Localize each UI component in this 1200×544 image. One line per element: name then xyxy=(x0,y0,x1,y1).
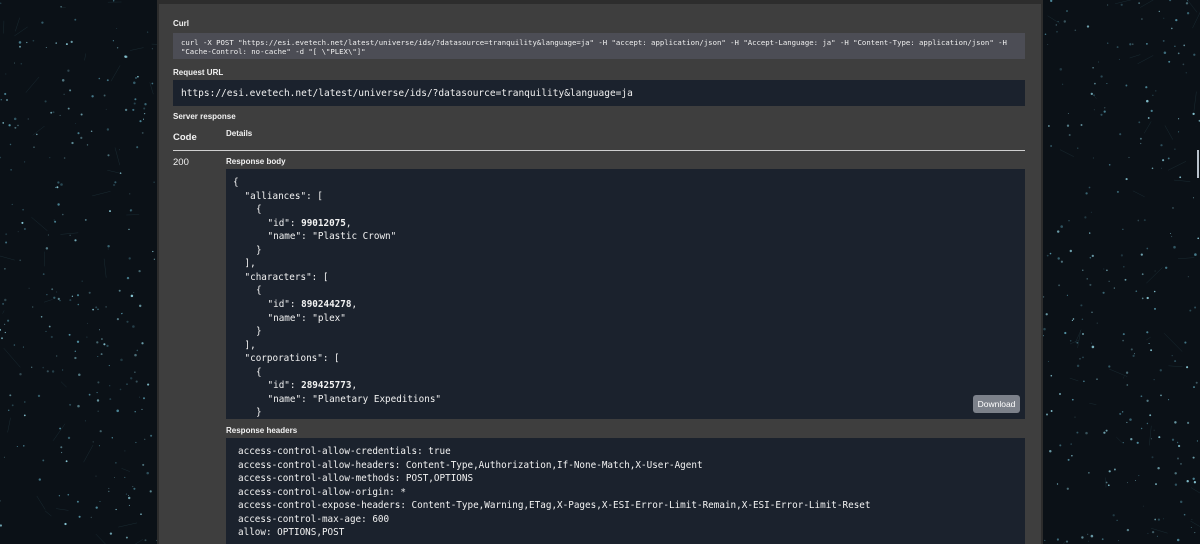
response-header-line: access-control-allow-origin: * xyxy=(238,486,406,498)
curl-label: Curl xyxy=(173,19,189,28)
code-column-header: Code xyxy=(173,132,197,143)
response-body-label: Response body xyxy=(226,157,286,166)
response-header-line: access-control-allow-headers: Content-Ty… xyxy=(238,459,703,471)
response-headers-label: Response headers xyxy=(226,426,298,435)
response-body-line: ], xyxy=(244,339,256,351)
response-body-line: "characters": [ xyxy=(244,271,329,283)
panel-top-bar xyxy=(159,0,1041,4)
response-body-line: } xyxy=(256,407,262,419)
response-body-line: { xyxy=(256,366,262,378)
response-header-line: access-control-allow-credentials: true xyxy=(238,446,451,457)
response-header-line: allow: OPTIONS,POST xyxy=(238,527,345,538)
page-scrollbar[interactable] xyxy=(1197,150,1199,178)
response-body-line: { xyxy=(256,204,262,216)
details-column-header: Details xyxy=(226,129,253,138)
response-header-line: access-control-max-age: 600 xyxy=(238,513,390,525)
response-header-line: access-control-expose-headers: Content-T… xyxy=(238,500,871,511)
curl-command-block[interactable]: curl -X POST "https://esi.evetech.net/la… xyxy=(173,33,1025,59)
download-button[interactable]: Download xyxy=(973,395,1020,413)
response-body-line: "corporations": [ xyxy=(244,353,340,365)
response-body-line: "name": "Planetary Expeditions" xyxy=(267,393,442,405)
response-body-line: } xyxy=(256,244,262,256)
server-response-label: Server response xyxy=(173,112,236,121)
response-body-line: "alliances": [ xyxy=(244,190,323,202)
request-url-block[interactable]: https://esi.evetech.net/latest/universe/… xyxy=(173,80,1025,106)
response-status-code: 200 xyxy=(173,157,189,168)
response-body-line: { xyxy=(256,285,262,297)
response-body-line: } xyxy=(256,326,262,338)
response-body-line: "id": 99012075, xyxy=(267,217,352,229)
response-body-line: "id": 289425773, xyxy=(267,380,358,392)
response-headers-block[interactable]: access-control-allow-credentials: true ac… xyxy=(226,438,1025,544)
response-body-line: "name": "plex" xyxy=(267,312,346,324)
response-body-block[interactable]: } "name": "Planetary Expeditions" "id": 28… xyxy=(226,169,1025,419)
request-url-label: Request URL xyxy=(173,68,224,77)
response-body-line: { xyxy=(233,177,239,188)
response-body-line: "name": "Plastic Crown" xyxy=(267,231,397,243)
response-body-line: "id": 890244278, xyxy=(267,298,358,310)
table-header-divider xyxy=(173,150,1025,151)
response-body-line: ], xyxy=(244,258,256,270)
response-header-line: access-control-allow-methods: POST,OPTIO… xyxy=(238,473,474,484)
try-it-out-panel: Curl curl -X POST "https://esi.evetech.n… xyxy=(157,0,1043,544)
